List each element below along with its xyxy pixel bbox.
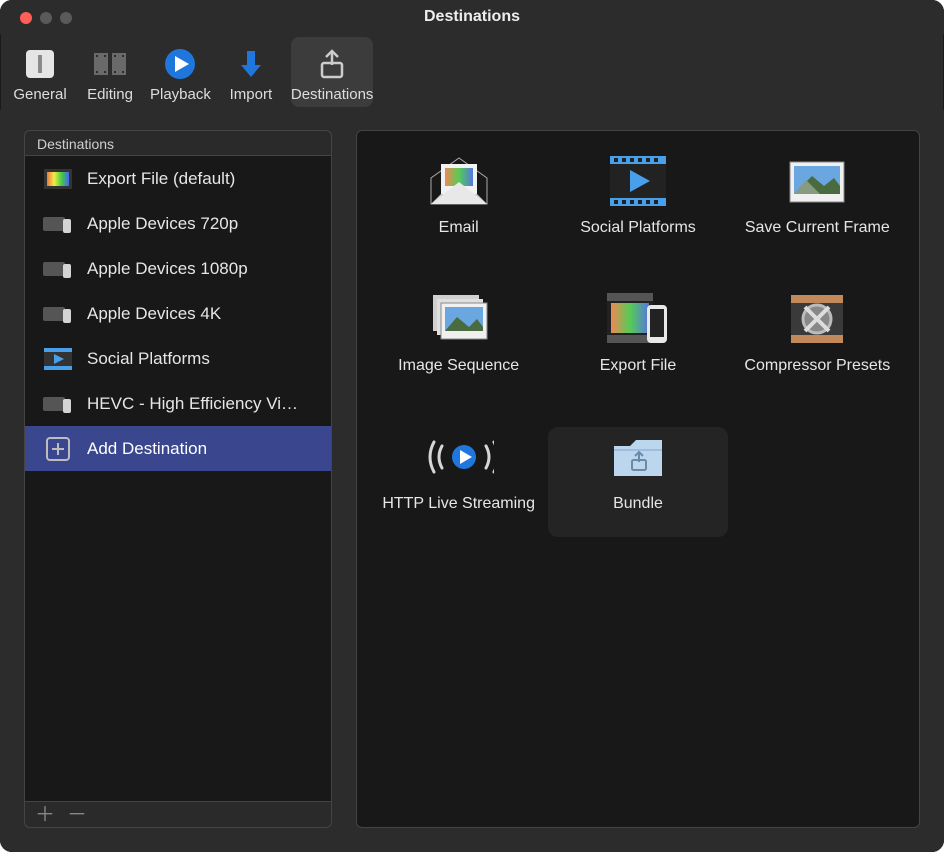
sidebar-item-label: Social Platforms bbox=[87, 349, 210, 369]
add-button[interactable]: ＋ bbox=[35, 805, 55, 825]
dest-label: Social Platforms bbox=[580, 219, 696, 237]
film-color-icon bbox=[43, 168, 73, 190]
sidebar-item-label: Add Destination bbox=[87, 439, 207, 459]
content-area: Destinations Export File (default) Apple… bbox=[0, 110, 944, 852]
play-circle-icon bbox=[162, 46, 198, 82]
dest-bundle[interactable]: Bundle bbox=[548, 427, 727, 537]
dest-image-sequence[interactable]: Image Sequence bbox=[369, 289, 548, 399]
devices-icon bbox=[43, 303, 73, 325]
destination-grid: Email Social Platforms Save Current Fram… bbox=[369, 151, 907, 537]
devices-icon bbox=[43, 393, 73, 415]
dest-social-platforms[interactable]: Social Platforms bbox=[548, 151, 727, 261]
dest-save-current-frame[interactable]: Save Current Frame bbox=[728, 151, 907, 261]
broadcast-icon bbox=[424, 427, 494, 487]
toolbar: General Editing Playback Import Destinat bbox=[0, 34, 944, 110]
sidebar-item-1080p[interactable]: Apple Devices 1080p bbox=[25, 246, 331, 291]
dest-label: Save Current Frame bbox=[745, 219, 890, 237]
dest-export-file[interactable]: Export File bbox=[548, 289, 727, 399]
dest-label: HTTP Live Streaming bbox=[382, 495, 535, 513]
sidebar-item-hevc[interactable]: HEVC - High Efficiency Vi… bbox=[25, 381, 331, 426]
frame-photo-icon bbox=[782, 151, 852, 211]
film-device-icon bbox=[603, 289, 673, 349]
compressor-icon bbox=[782, 289, 852, 349]
sidebar-item-label: Apple Devices 1080p bbox=[87, 259, 248, 279]
envelope-icon bbox=[424, 151, 494, 211]
toolbar-editing[interactable]: Editing bbox=[80, 37, 140, 107]
sidebar-item-label: Export File (default) bbox=[87, 169, 235, 189]
toolbar-label: Editing bbox=[87, 86, 133, 103]
dest-email[interactable]: Email bbox=[369, 151, 548, 261]
preferences-window: Destinations General Editing Playback bbox=[0, 0, 944, 852]
share-icon bbox=[314, 46, 350, 82]
devices-icon bbox=[43, 213, 73, 235]
film-play-icon bbox=[43, 348, 73, 370]
sidebar-item-label: Apple Devices 4K bbox=[87, 304, 221, 324]
photo-stack-icon bbox=[424, 289, 494, 349]
toolbar-label: Import bbox=[230, 86, 273, 103]
sidebar-item-label: HEVC - High Efficiency Vi… bbox=[87, 394, 298, 414]
sidebar-item-720p[interactable]: Apple Devices 720p bbox=[25, 201, 331, 246]
toolbar-label: Playback bbox=[150, 86, 211, 103]
sidebar-item-label: Apple Devices 720p bbox=[87, 214, 238, 234]
sidebar-header: Destinations bbox=[24, 130, 332, 156]
devices-icon bbox=[43, 258, 73, 280]
remove-button[interactable]: － bbox=[67, 805, 87, 825]
toolbar-playback[interactable]: Playback bbox=[150, 37, 211, 107]
sidebar: Destinations Export File (default) Apple… bbox=[24, 130, 332, 828]
dest-compressor-presets[interactable]: Compressor Presets bbox=[728, 289, 907, 399]
plus-box-icon bbox=[43, 438, 73, 460]
prefs-general-icon bbox=[22, 46, 58, 82]
dest-label: Bundle bbox=[613, 495, 663, 513]
destination-detail: Email Social Platforms Save Current Fram… bbox=[356, 130, 920, 828]
toolbar-label: General bbox=[13, 86, 66, 103]
dest-label: Image Sequence bbox=[398, 357, 519, 375]
filmstrip-icon bbox=[92, 46, 128, 82]
dest-label: Export File bbox=[600, 357, 676, 375]
folder-share-icon bbox=[603, 427, 673, 487]
sidebar-item-4k[interactable]: Apple Devices 4K bbox=[25, 291, 331, 336]
sidebar-item-social[interactable]: Social Platforms bbox=[25, 336, 331, 381]
window-title: Destinations bbox=[0, 8, 944, 26]
titlebar: Destinations bbox=[0, 0, 944, 34]
dest-label: Compressor Presets bbox=[744, 357, 890, 375]
film-play-large-icon bbox=[603, 151, 673, 211]
sidebar-item-export-file[interactable]: Export File (default) bbox=[25, 156, 331, 201]
toolbar-general[interactable]: General bbox=[10, 37, 70, 107]
dest-label: Email bbox=[439, 219, 479, 237]
toolbar-destinations[interactable]: Destinations bbox=[291, 37, 374, 107]
toolbar-import[interactable]: Import bbox=[221, 37, 281, 107]
dest-http-live-streaming[interactable]: HTTP Live Streaming bbox=[369, 427, 548, 537]
sidebar-list: Export File (default) Apple Devices 720p… bbox=[24, 156, 332, 802]
sidebar-item-add-destination[interactable]: Add Destination bbox=[25, 426, 331, 471]
import-arrow-icon bbox=[233, 46, 269, 82]
sidebar-footer: ＋ － bbox=[24, 802, 332, 828]
toolbar-label: Destinations bbox=[291, 86, 374, 103]
